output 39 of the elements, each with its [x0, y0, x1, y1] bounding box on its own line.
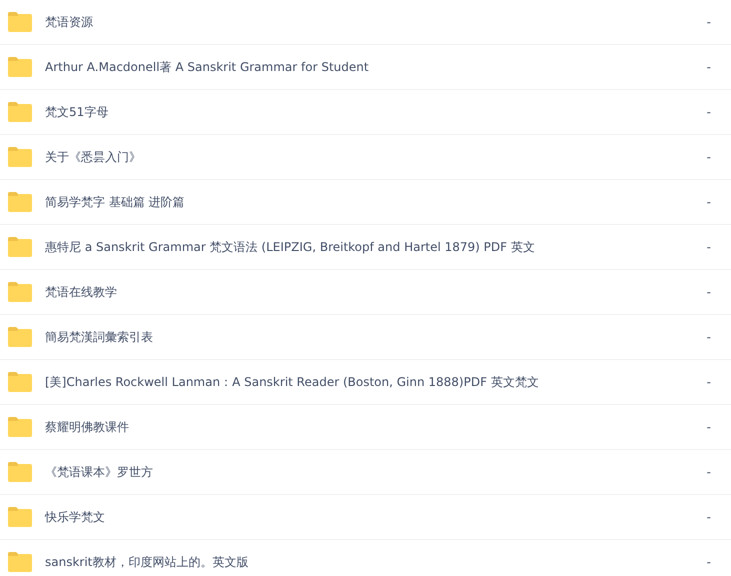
folder-name[interactable]: [美]Charles Rockwell Lanman：A Sanskrit Reader (Boston, Ginn 1888)PDF 英文梵文	[45, 374, 671, 390]
folder-name[interactable]: 关于《悉昙入门》	[45, 148, 671, 166]
file-size: -	[706, 555, 712, 569]
folder-name[interactable]: 簡易梵漢詞彙索引表	[45, 328, 671, 346]
folder-name[interactable]: 蔡耀明佛教课件	[45, 418, 671, 436]
folder-name[interactable]: 梵文51字母	[45, 104, 671, 120]
file-size: -	[706, 420, 712, 434]
folder-icon	[7, 461, 33, 483]
file-size: -	[706, 150, 712, 164]
folder-icon	[7, 551, 33, 573]
folder-icon	[7, 506, 33, 528]
folder-name[interactable]: Arthur A.Macdonell著 A Sanskrit Grammar for Student	[45, 58, 671, 76]
file-size: -	[706, 510, 712, 524]
folder-icon	[7, 11, 33, 33]
folder-icon	[7, 281, 33, 303]
folder-name[interactable]: sanskrit教材，印度网站上的。英文版	[45, 554, 671, 570]
file-size: -	[706, 195, 712, 209]
file-size: -	[706, 285, 712, 299]
folder-name[interactable]: 简易学梵字 基础篇 进阶篇	[45, 194, 671, 210]
file-size: -	[706, 375, 712, 389]
folder-icon	[7, 371, 33, 393]
folder-icon	[7, 191, 33, 213]
folder-name[interactable]: 惠特尼 a Sanskrit Grammar 梵文语法 (LEIPZIG, Breitkopf and Hartel 1879) PDF 英文	[45, 238, 671, 256]
folder-name[interactable]: 梵语在线教学	[45, 284, 671, 300]
folder-name[interactable]: 梵语资源	[45, 14, 671, 30]
file-size: -	[706, 465, 712, 479]
file-size: -	[706, 15, 712, 29]
file-size: -	[706, 60, 712, 74]
file-size: -	[706, 105, 712, 119]
folder-name[interactable]: 《梵语课本》罗世方	[45, 464, 671, 480]
file-size: -	[706, 240, 712, 254]
folder-icon	[7, 326, 33, 348]
folder-icon	[7, 146, 33, 168]
folder-icon	[7, 416, 33, 438]
folder-name[interactable]: 快乐学梵文	[45, 508, 671, 526]
folder-icon	[7, 236, 33, 258]
folder-icon	[7, 56, 33, 78]
folder-icon	[7, 101, 33, 123]
file-size: -	[706, 330, 712, 344]
